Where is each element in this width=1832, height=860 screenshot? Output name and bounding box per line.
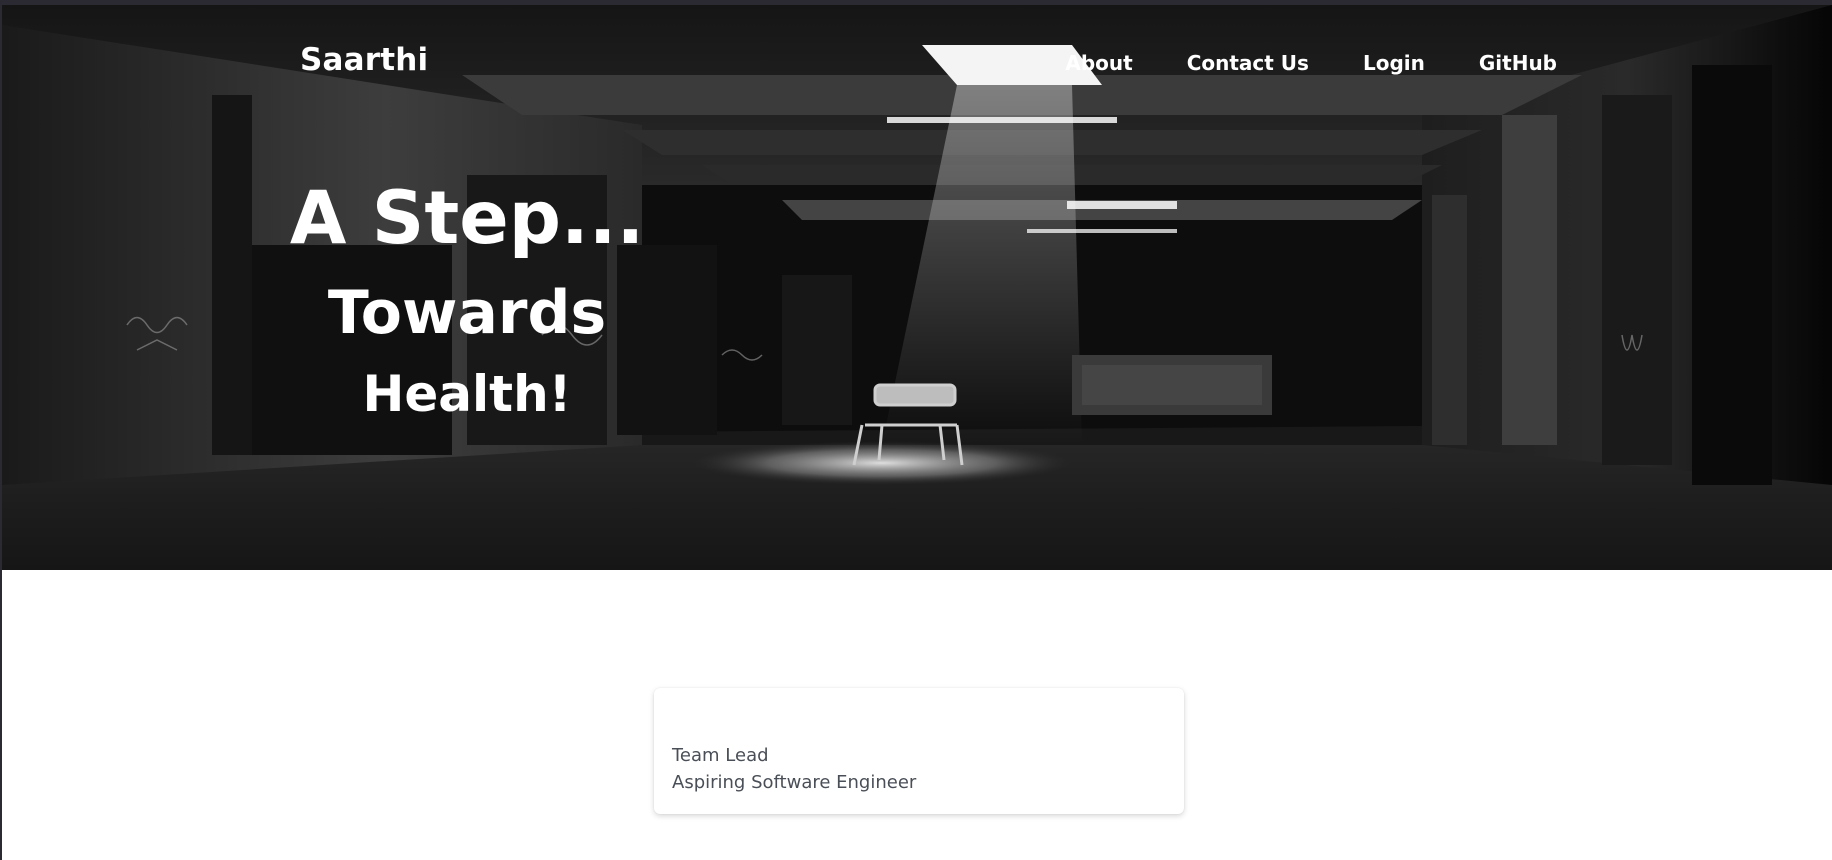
top-nav: About Contact Us Login GitHub — [1011, 51, 1557, 75]
hero-headline-line-3: Health! — [362, 365, 572, 423]
nav-item-contact-us[interactable]: Contact Us — [1187, 51, 1309, 75]
team-member-role: Team Lead — [672, 745, 769, 766]
hero-banner: Saarthi About Contact Us Login GitHub A … — [2, 5, 1832, 570]
nav-item-login[interactable]: Login — [1363, 51, 1425, 75]
brand-logo[interactable]: Saarthi — [300, 42, 428, 78]
hero-headline-line-2: Towards — [327, 278, 607, 348]
nav-item-github[interactable]: GitHub — [1479, 51, 1557, 75]
page: Saarthi About Contact Us Login GitHub A … — [0, 0, 1832, 860]
hero-headline-line-1: A Step... — [289, 176, 645, 261]
nav-item-about[interactable]: About — [1065, 51, 1132, 75]
team-member-tagline: Aspiring Software Engineer — [672, 772, 917, 793]
team-member-card: Team Lead Aspiring Software Engineer — [654, 688, 1184, 814]
